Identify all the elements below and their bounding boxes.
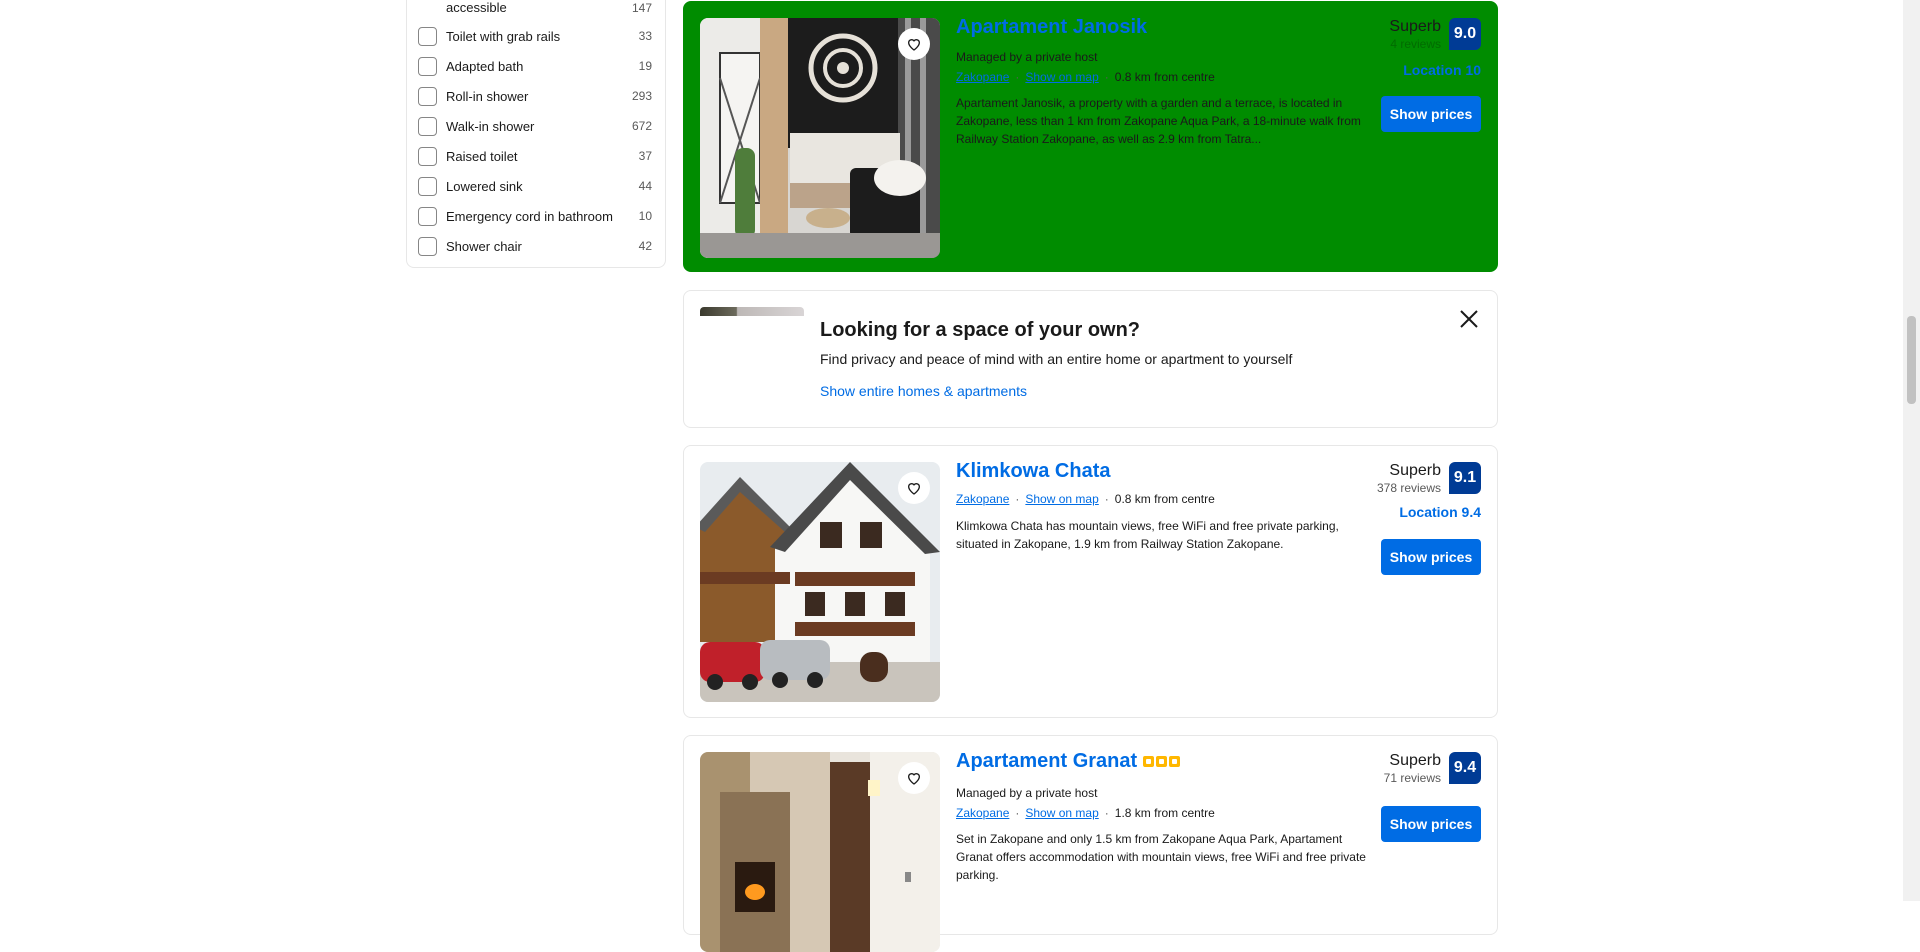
city-link[interactable]: Zakopane bbox=[956, 806, 1009, 820]
property-description: Klimkowa Chata has mountain views, free … bbox=[956, 519, 1339, 551]
review-score[interactable]: Superb 4 reviews 9.0 bbox=[1361, 18, 1481, 52]
city-link[interactable]: Zakopane bbox=[956, 70, 1009, 84]
property-card-klimkowa-chata: Klimkowa Chata Zakopane · Show on map · 0.8 … bbox=[683, 445, 1498, 718]
checkbox[interactable] bbox=[418, 206, 437, 226]
favorite-heart-button[interactable] bbox=[898, 472, 930, 504]
star-icon bbox=[1169, 756, 1181, 768]
review-score[interactable]: Superb 378 reviews 9.1 bbox=[1361, 462, 1481, 496]
property-description: Set in Zakopane and only 1.5 km from Zak… bbox=[956, 832, 1366, 882]
distance-text: 0.8 km from centre bbox=[1114, 70, 1215, 84]
filter-lowered-sink[interactable]: Lowered sink 44 bbox=[418, 174, 652, 198]
filter-raised-toilet[interactable]: Raised toilet 37 bbox=[418, 144, 652, 168]
filter-count: 44 bbox=[638, 179, 652, 193]
show-prices-button[interactable]: Show prices bbox=[1381, 96, 1481, 132]
filter-label: Roll-in shower bbox=[446, 88, 529, 104]
checkbox[interactable] bbox=[418, 236, 437, 256]
filter-toilet-grab-rails[interactable]: Toilet with grab rails 33 bbox=[418, 24, 652, 48]
filter-count-partial: 147 bbox=[632, 1, 653, 15]
heart-icon bbox=[907, 483, 921, 495]
property-card-apartament-granat: Apartament Granat Managed by a private h… bbox=[683, 735, 1498, 952]
score-badge: 9.1 bbox=[1449, 462, 1481, 494]
show-on-map-link[interactable]: Show on map bbox=[1025, 492, 1098, 506]
star-icon bbox=[1156, 756, 1168, 768]
filter-label-partial: accessible bbox=[446, 0, 507, 15]
location-row: Zakopane · Show on map · 0.8 km from centre bbox=[956, 70, 1215, 84]
location-score: Location 9.4 bbox=[1399, 504, 1481, 520]
checkbox[interactable] bbox=[418, 86, 437, 106]
property-card-apartament-janosik: Apartament Janosik Managed by a private … bbox=[683, 1, 1498, 272]
filter-walk-in-shower[interactable]: Walk-in shower 672 bbox=[418, 114, 652, 138]
location-score: Location 10 bbox=[1403, 62, 1481, 78]
property-photo[interactable] bbox=[700, 18, 940, 258]
filter-label: Emergency cord in bathroom bbox=[446, 208, 613, 224]
scrollbar-thumb[interactable] bbox=[1907, 316, 1916, 404]
filter-label: Raised toilet bbox=[446, 148, 518, 164]
filter-count: 33 bbox=[638, 29, 652, 43]
property-title[interactable]: Apartament Granat bbox=[956, 750, 1181, 773]
checkbox[interactable] bbox=[418, 146, 437, 166]
property-title[interactable]: Apartament Janosik bbox=[956, 16, 1147, 39]
score-word: Superb bbox=[1389, 18, 1441, 35]
heart-icon bbox=[907, 39, 921, 51]
filter-count: 293 bbox=[631, 89, 652, 103]
star-icon bbox=[1143, 756, 1155, 768]
filter-label: Walk-in shower bbox=[446, 118, 535, 134]
location-row: Zakopane · Show on map · 1.8 km from centre bbox=[956, 806, 1215, 820]
location-row: Zakopane · Show on map · 0.8 km from centre bbox=[956, 492, 1215, 506]
show-prices-button[interactable]: Show prices bbox=[1381, 539, 1481, 575]
score-badge: 9.0 bbox=[1449, 18, 1481, 50]
host-info: Managed by a private host bbox=[956, 50, 1098, 64]
entire-homes-promo-banner: Looking for a space of your own? Find pr… bbox=[683, 290, 1498, 428]
promo-text: Find privacy and peace of mind with an e… bbox=[820, 351, 1293, 367]
city-link[interactable]: Zakopane bbox=[956, 492, 1009, 506]
score-word: Superb bbox=[1389, 462, 1441, 479]
favorite-heart-button[interactable] bbox=[898, 28, 930, 60]
favorite-heart-button[interactable] bbox=[898, 762, 930, 794]
filter-count: 10 bbox=[638, 209, 652, 223]
promo-image bbox=[700, 307, 804, 316]
promo-title: Looking for a space of your own? bbox=[820, 319, 1141, 341]
checkbox[interactable] bbox=[418, 56, 437, 76]
show-on-map-link[interactable]: Show on map bbox=[1025, 70, 1098, 84]
review-score[interactable]: Superb 71 reviews 9.4 bbox=[1361, 752, 1481, 786]
property-photo[interactable] bbox=[700, 462, 940, 702]
show-prices-button[interactable]: Show prices bbox=[1381, 806, 1481, 842]
page-scrollbar[interactable] bbox=[1903, 0, 1920, 901]
filter-label: Adapted bath bbox=[446, 58, 524, 74]
filter-roll-in-shower[interactable]: Roll-in shower 293 bbox=[418, 84, 652, 108]
property-title-text[interactable]: Apartament Granat bbox=[956, 750, 1137, 772]
close-icon[interactable] bbox=[1457, 307, 1481, 331]
property-title[interactable]: Klimkowa Chata bbox=[956, 460, 1110, 483]
show-on-map-link[interactable]: Show on map bbox=[1025, 806, 1098, 820]
score-badge: 9.4 bbox=[1449, 752, 1481, 784]
heart-icon bbox=[907, 773, 921, 785]
star-rating bbox=[1143, 756, 1181, 768]
review-count: 4 reviews bbox=[1390, 37, 1441, 51]
filter-emergency-cord[interactable]: Emergency cord in bathroom 10 bbox=[418, 204, 652, 228]
checkbox[interactable] bbox=[418, 26, 437, 46]
filter-adapted-bath[interactable]: Adapted bath 19 bbox=[418, 54, 652, 78]
distance-text: 1.8 km from centre bbox=[1114, 806, 1215, 820]
checkbox[interactable] bbox=[418, 116, 437, 136]
filter-shower-chair[interactable]: Shower chair 42 bbox=[418, 234, 652, 258]
property-photo[interactable] bbox=[700, 752, 940, 952]
filter-count: 37 bbox=[638, 149, 652, 163]
filter-count: 42 bbox=[638, 239, 652, 253]
filter-count: 19 bbox=[638, 59, 652, 73]
review-count: 378 reviews bbox=[1376, 481, 1441, 495]
review-count: 71 reviews bbox=[1383, 771, 1441, 785]
score-word: Superb bbox=[1389, 752, 1441, 769]
distance-text: 0.8 km from centre bbox=[1114, 492, 1215, 506]
filter-label: Shower chair bbox=[446, 238, 522, 254]
property-description: Apartament Janosik, a property with a ga… bbox=[956, 96, 1361, 146]
checkbox[interactable] bbox=[418, 176, 437, 196]
filter-label: Toilet with grab rails bbox=[446, 28, 561, 44]
filter-count: 672 bbox=[631, 119, 652, 133]
show-entire-homes-link[interactable]: Show entire homes & apartments bbox=[820, 383, 1027, 399]
host-info: Managed by a private host bbox=[956, 786, 1098, 800]
filter-label: Lowered sink bbox=[446, 178, 523, 194]
